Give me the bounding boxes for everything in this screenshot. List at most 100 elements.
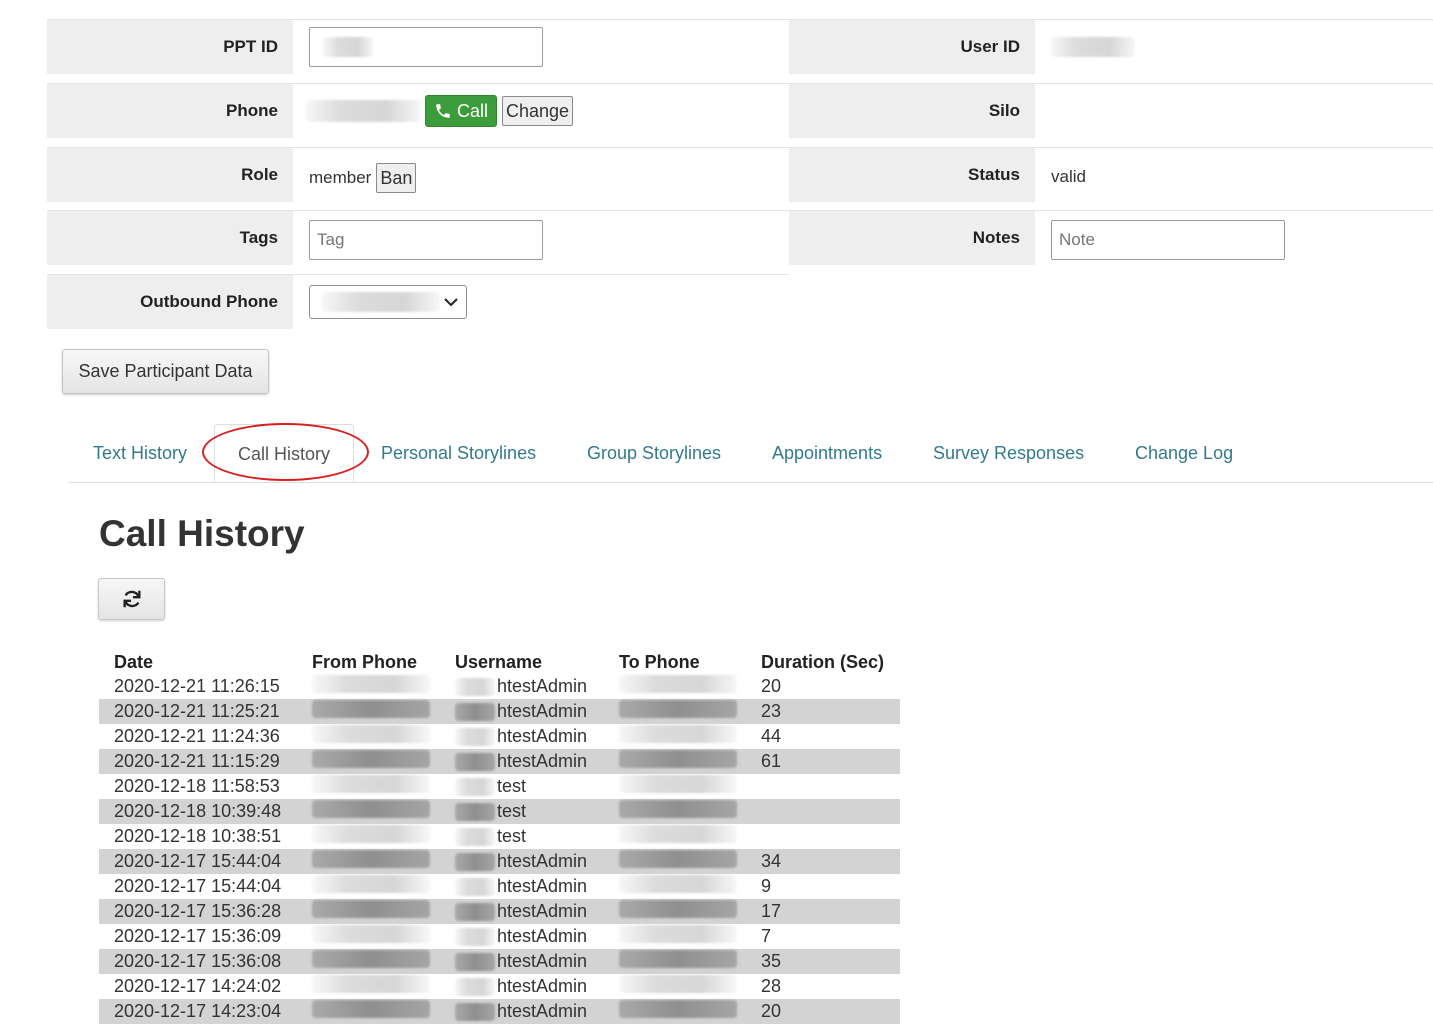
cell-username: htestAdmin: [455, 849, 619, 874]
cell-duration: 35: [761, 949, 900, 974]
tags-row: Tags: [47, 210, 789, 273]
status-row: Status valid: [789, 147, 1433, 210]
cell-username: test: [455, 799, 619, 824]
cell-duration: 61: [761, 749, 900, 774]
status-value: valid: [1051, 167, 1086, 186]
redacted-username-prefix: [455, 927, 495, 946]
user-id-label: User ID: [789, 20, 1035, 74]
cell-date: 2020-12-21 11:25:21: [99, 699, 312, 724]
username-text: htestAdmin: [497, 851, 588, 871]
cell-date: 2020-12-18 10:39:48: [99, 799, 312, 824]
cell-username: htestAdmin: [455, 999, 619, 1024]
tab-change-log[interactable]: Change Log: [1135, 443, 1233, 464]
column-header-from-phone: From Phone: [312, 651, 418, 672]
cell-duration: [761, 799, 900, 824]
table-row: 2020-12-17 15:36:08 htestAdmin 35: [99, 949, 900, 974]
cell-duration: 7: [761, 926, 772, 946]
table-row: 2020-12-17 15:44:04 htestAdmin 34: [99, 849, 900, 874]
table-row: 2020-12-21 11:15:29 htestAdmin 61: [99, 749, 900, 774]
cell-from-phone: [312, 874, 455, 899]
table-row: 2020-12-21 11:24:36 htestAdmin 44: [99, 724, 900, 749]
outbound-phone-select[interactable]: [309, 285, 467, 319]
cell-to-phone: [619, 849, 761, 874]
redacted-from-phone: [312, 800, 430, 818]
notes-label: Notes: [789, 211, 1035, 265]
cell-username: htestAdmin: [455, 724, 619, 749]
table-row: 2020-12-18 10:39:48 test: [99, 799, 900, 824]
redacted-phone: [306, 100, 421, 122]
column-header-to-phone: To Phone: [619, 651, 700, 672]
username-text: htestAdmin: [497, 701, 588, 721]
role-row: Role member Ban: [47, 147, 789, 210]
redacted-user-id: [1051, 37, 1135, 57]
cell-username: htestAdmin: [455, 924, 619, 949]
save-participant-button[interactable]: Save Participant Data: [62, 349, 269, 394]
username-text: htestAdmin: [497, 901, 588, 921]
redacted-username-prefix: [455, 802, 495, 821]
cell-to-phone: [619, 674, 761, 699]
cell-duration: [761, 824, 900, 849]
role-label: Role: [47, 148, 293, 202]
username-text: htestAdmin: [497, 676, 588, 696]
ban-button[interactable]: Ban: [376, 163, 417, 193]
redacted-to-phone: [619, 775, 737, 793]
redacted-username-prefix: [455, 977, 495, 996]
cell-to-phone: [619, 949, 761, 974]
ppt-id-label: PPT ID: [47, 20, 293, 74]
cell-to-phone: [619, 874, 761, 899]
tab-appointments[interactable]: Appointments: [772, 443, 882, 464]
table-row: 2020-12-18 10:38:51 test: [99, 824, 900, 849]
redacted-to-phone: [619, 675, 737, 693]
tab-text-history[interactable]: Text History: [93, 443, 187, 464]
ppt-id-input[interactable]: [309, 27, 543, 67]
refresh-icon: [122, 590, 141, 608]
notes-input[interactable]: [1051, 220, 1285, 260]
username-text: htestAdmin: [497, 951, 588, 971]
username-text: test: [497, 776, 527, 796]
redacted-from-phone: [312, 925, 430, 943]
username-text: htestAdmin: [497, 1001, 588, 1021]
cell-to-phone: [619, 999, 761, 1024]
redacted-username-prefix: [455, 702, 495, 721]
call-history-rows: 2020-12-21 11:26:15 htestAdmin 20 2020-12-2…: [99, 674, 900, 1024]
call-button[interactable]: Call: [425, 95, 498, 127]
username-text: htestAdmin: [497, 751, 588, 771]
cell-username: htestAdmin: [455, 749, 619, 774]
tags-input[interactable]: [309, 220, 543, 260]
redacted-to-phone: [619, 925, 737, 943]
cell-duration: 20: [761, 999, 900, 1024]
tab-survey-responses[interactable]: Survey Responses: [933, 443, 1084, 464]
cell-duration: [761, 774, 900, 799]
tab-group-storylines[interactable]: Group Storylines: [587, 443, 721, 464]
redacted-to-phone: [619, 800, 737, 818]
redacted-username-prefix: [455, 1002, 495, 1021]
cell-from-phone: [312, 999, 455, 1024]
table-row: 2020-12-17 14:23:04 htestAdmin 20: [99, 999, 900, 1024]
cell-duration: 28: [761, 976, 782, 996]
cell-date: 2020-12-17 15:36:28: [99, 899, 312, 924]
cell-duration: 34: [761, 849, 900, 874]
cell-from-phone: [312, 899, 455, 924]
redacted-username-prefix: [455, 877, 495, 896]
redacted-to-phone: [619, 1000, 737, 1018]
redacted-from-phone: [312, 950, 430, 968]
change-phone-button[interactable]: Change: [502, 96, 574, 126]
tags-label: Tags: [47, 211, 293, 265]
phone-icon: [436, 104, 450, 118]
redacted-ppt-id: [323, 37, 373, 57]
tab-personal-storylines[interactable]: Personal Storylines: [381, 443, 536, 464]
table-row: 2020-12-21 11:26:15 htestAdmin 20: [99, 674, 900, 699]
redacted-to-phone: [619, 975, 737, 993]
cell-from-phone: [312, 699, 455, 724]
cell-to-phone: [619, 924, 761, 949]
cell-username: htestAdmin: [455, 899, 619, 924]
cell-from-phone: [312, 749, 455, 774]
redacted-username-prefix: [455, 852, 495, 871]
chevron-down-icon: [444, 298, 458, 307]
phone-row: Phone Call Change: [47, 83, 789, 146]
refresh-button[interactable]: [98, 578, 165, 620]
tab-call-history[interactable]: Call History: [214, 424, 355, 482]
redacted-username-prefix: [455, 777, 495, 796]
redacted-from-phone: [312, 850, 430, 868]
username-text: test: [497, 826, 527, 846]
